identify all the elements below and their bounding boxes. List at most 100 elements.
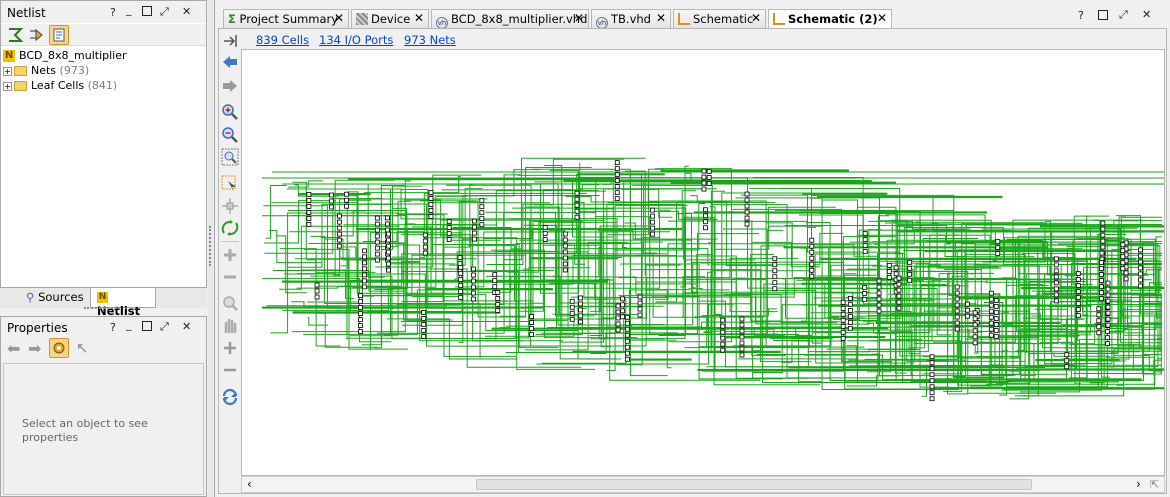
cell-pin[interactable] — [471, 266, 476, 272]
cell-pin[interactable] — [1099, 284, 1104, 290]
cell-pin[interactable] — [529, 320, 535, 326]
cell-pin[interactable] — [562, 243, 568, 249]
cell-pin[interactable] — [988, 314, 994, 320]
cell-pin[interactable] — [620, 302, 625, 308]
cell-pin[interactable] — [744, 203, 750, 209]
cell-pin[interactable] — [954, 308, 960, 314]
cell-pin[interactable] — [336, 243, 342, 249]
cell-pin[interactable] — [562, 267, 568, 273]
cell-pin[interactable] — [529, 314, 535, 320]
cell-pin[interactable] — [374, 239, 380, 245]
cell-pin[interactable] — [993, 322, 999, 327]
cell-pin[interactable] — [862, 284, 868, 290]
cell-pin[interactable] — [876, 308, 882, 314]
cell-pin[interactable] — [314, 282, 320, 288]
cell-pin[interactable] — [1100, 226, 1106, 232]
cell-pin[interactable] — [344, 191, 349, 197]
cell-pin[interactable] — [386, 243, 391, 249]
cell-pin[interactable] — [471, 284, 476, 290]
cell-pin[interactable] — [358, 329, 363, 335]
cell-pin[interactable] — [1053, 280, 1059, 286]
cell-pin[interactable] — [862, 231, 868, 237]
forward-arrow-icon[interactable] — [221, 77, 239, 95]
cell-pin[interactable] — [614, 166, 620, 172]
cell-pin[interactable] — [422, 250, 428, 256]
tree-item-leaf-cells[interactable]: + Leaf Cells (841) — [3, 79, 205, 94]
cell-pin[interactable] — [386, 249, 391, 255]
cell-pin[interactable] — [1096, 330, 1102, 336]
cell-pin[interactable] — [492, 272, 498, 278]
cell-pin[interactable] — [637, 294, 643, 300]
cell-pin[interactable] — [314, 288, 320, 294]
float-button[interactable]: ⤢ — [160, 320, 169, 334]
maximize-button[interactable] — [142, 6, 152, 16]
cell-pin[interactable] — [809, 273, 815, 279]
cell-pin[interactable] — [1123, 270, 1129, 276]
cell-pin[interactable] — [1053, 274, 1059, 280]
collapse-all-icon[interactable] — [6, 26, 24, 44]
cell-pin[interactable] — [385, 215, 390, 221]
cell-pin[interactable] — [358, 305, 363, 311]
io-ports-count-link[interactable]: 134 I/O Ports — [319, 33, 393, 47]
cell-pin[interactable] — [1137, 265, 1143, 271]
cell-pin[interactable] — [362, 266, 367, 272]
cell-pin[interactable] — [421, 322, 427, 327]
cell-pin[interactable] — [896, 305, 902, 311]
cell-pin[interactable] — [1100, 238, 1106, 244]
cell-pin[interactable] — [615, 315, 621, 321]
cell-pin[interactable] — [344, 197, 349, 203]
select-area-icon[interactable] — [221, 175, 239, 193]
cell-pin[interactable] — [650, 213, 656, 219]
cell-pin[interactable] — [385, 227, 390, 233]
help-button[interactable]: ? — [110, 321, 116, 334]
zoom-in-icon[interactable] — [221, 103, 239, 121]
cell-pin[interactable] — [954, 314, 960, 320]
cell-pin[interactable] — [720, 335, 726, 341]
cell-pin[interactable] — [1105, 335, 1110, 341]
cell-pin[interactable] — [988, 308, 994, 314]
cell-pin[interactable] — [896, 293, 902, 299]
cell-pin[interactable] — [458, 282, 464, 288]
expand-hierarchy-icon[interactable] — [28, 26, 46, 44]
close-panel-button[interactable]: ✕ — [182, 5, 191, 18]
cell-pin[interactable] — [574, 208, 580, 214]
cell-pin[interactable] — [358, 323, 363, 329]
cell-pin[interactable] — [847, 301, 853, 307]
cell-pin[interactable] — [896, 281, 902, 287]
cell-pin[interactable] — [479, 216, 485, 222]
cell-pin[interactable] — [840, 329, 846, 335]
cell-pin[interactable] — [650, 225, 656, 231]
cell-pin[interactable] — [479, 204, 485, 210]
cell-pin[interactable] — [374, 257, 380, 263]
cell-pin[interactable] — [739, 322, 745, 328]
cell-pin[interactable] — [739, 328, 745, 334]
cell-pin[interactable] — [362, 260, 367, 266]
cell-pin[interactable] — [374, 227, 380, 233]
cell-pin[interactable] — [614, 184, 620, 190]
cell-pin[interactable] — [624, 332, 630, 338]
show-properties-icon[interactable] — [49, 25, 69, 45]
cell-pin[interactable] — [1075, 307, 1081, 312]
cell-pin[interactable] — [972, 334, 978, 340]
cell-pin[interactable] — [1064, 358, 1070, 364]
cell-pin[interactable] — [386, 261, 391, 267]
scroll-left-icon[interactable]: ‹ — [247, 477, 252, 491]
cell-pin[interactable] — [428, 196, 434, 201]
cell-pin[interactable] — [954, 284, 960, 290]
add-icon[interactable] — [221, 339, 239, 357]
cell-pin[interactable] — [706, 181, 712, 186]
cell-pin[interactable] — [1120, 242, 1126, 248]
cell-pin[interactable] — [1053, 292, 1059, 298]
cell-pin[interactable] — [446, 225, 452, 231]
cell-pin[interactable] — [840, 323, 846, 329]
cell-pin[interactable] — [624, 314, 630, 320]
cell-pin[interactable] — [1105, 329, 1110, 335]
cell-pin[interactable] — [362, 248, 367, 254]
cell-pin[interactable] — [1105, 298, 1111, 304]
cell-pin[interactable] — [1099, 296, 1104, 302]
cell-pin[interactable] — [479, 210, 485, 216]
cell-pin[interactable] — [809, 255, 815, 261]
cell-pin[interactable] — [529, 332, 535, 338]
cell-pin[interactable] — [374, 245, 380, 251]
cell-pin[interactable] — [772, 274, 778, 280]
